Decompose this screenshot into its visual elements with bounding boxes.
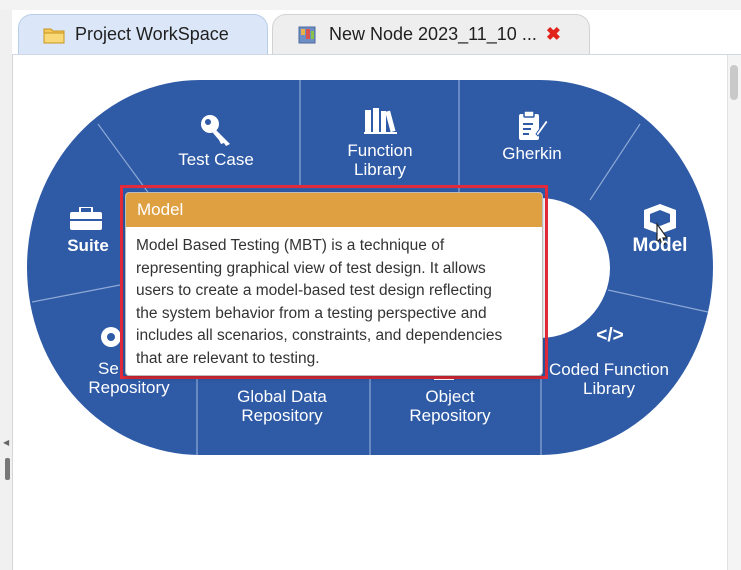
model-tooltip: Model Model Based Testing (MBT) is a tec… xyxy=(125,192,543,376)
segment-gherkin-label: Gherkin xyxy=(502,144,562,163)
segment-object-repository-line1: Object xyxy=(425,387,475,406)
segment-model-label: Model xyxy=(632,235,688,256)
segment-coded-function-library-line1: Coded Function xyxy=(548,360,670,379)
segment-object-repository-line2: Repository xyxy=(409,406,491,425)
segment-suite[interactable]: Suite xyxy=(48,236,128,256)
segment-coded-function-library[interactable]: Coded Function Library xyxy=(544,360,674,398)
segment-global-data-repository[interactable]: Global Data Repository xyxy=(214,387,350,425)
segment-se-repository-line2: Repository xyxy=(88,378,170,397)
segment-coded-function-library-line2: Library xyxy=(583,379,635,398)
segment-test-case-label: Test Case xyxy=(178,150,254,169)
tooltip-line: representing graphical view of test desi… xyxy=(136,259,486,277)
segment-global-data-repository-line1: Global Data xyxy=(237,387,327,406)
books-icon xyxy=(364,108,397,134)
tooltip-line: Model Based Testing (MBT) is a technique… xyxy=(136,237,445,254)
segment-suite-label: Suite xyxy=(67,236,109,255)
tooltip-line: that are relevant to testing. xyxy=(136,349,320,367)
segment-test-case[interactable]: Test Case xyxy=(160,150,272,170)
segment-function-library-line2: Library xyxy=(354,160,406,179)
tooltip-description: Model Based Testing (MBT) is a technique… xyxy=(126,227,542,370)
segment-object-repository[interactable]: Object Repository xyxy=(386,387,514,425)
segment-model[interactable]: Model xyxy=(618,236,702,256)
segment-global-data-repository-line2: Repository xyxy=(241,406,323,425)
clipboard-icon xyxy=(519,110,548,140)
segment-gherkin[interactable]: Gherkin xyxy=(480,144,584,164)
tooltip-line: users to create a model-based test desig… xyxy=(136,282,492,299)
briefcase-icon xyxy=(70,207,102,230)
code-icon: </> xyxy=(596,325,624,346)
tooltip-title: Model xyxy=(126,193,542,227)
segment-function-library[interactable]: Function Library xyxy=(318,141,442,179)
key-icon xyxy=(201,115,230,146)
tooltip-line: the system behavior from a testing persp… xyxy=(136,304,487,322)
tooltip-line: includes all scenarios, constraints, and… xyxy=(136,327,503,344)
segment-function-library-line1: Function xyxy=(347,141,413,160)
